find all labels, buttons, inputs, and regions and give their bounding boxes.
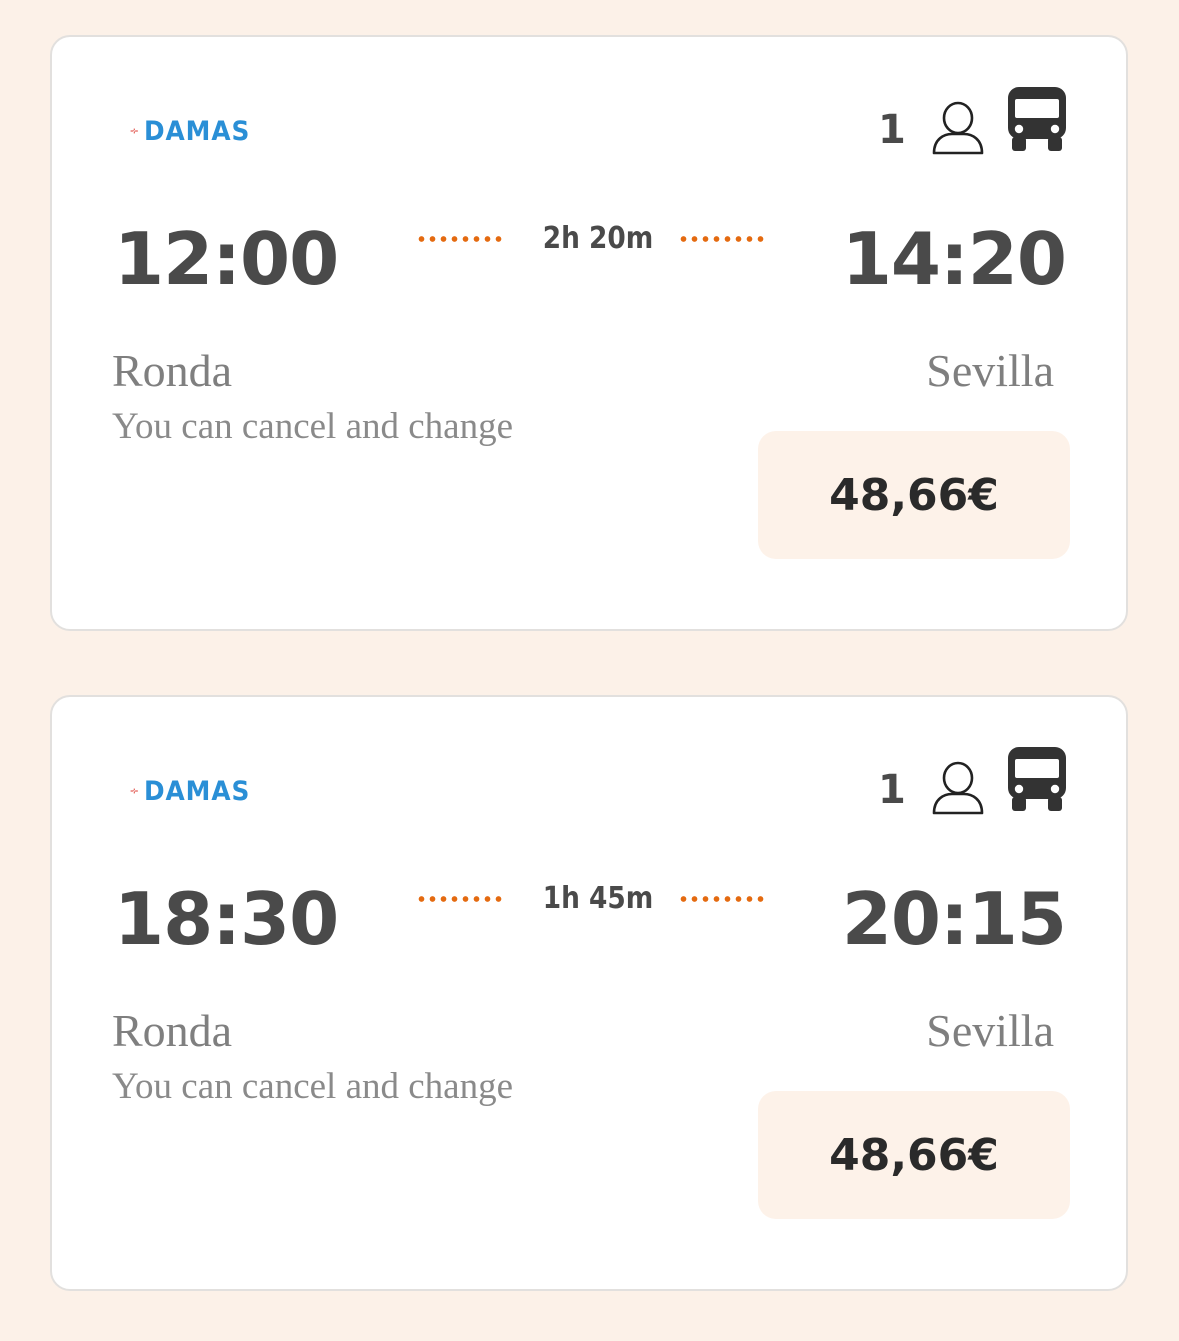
origin-city: Ronda	[112, 1005, 233, 1056]
trip-card[interactable]: DAMAS 1 18:30 1h 45m 20:15 Ronda Sevilla…	[50, 695, 1128, 1291]
price-label: 48,66€	[829, 469, 999, 521]
trip-duration: 2h 20m	[542, 221, 654, 256]
bus-icon	[1008, 87, 1066, 151]
trip-duration: 1h 45m	[542, 881, 654, 916]
operator-name: DAMAS	[144, 115, 251, 147]
bus-icon	[1008, 747, 1066, 811]
passenger-count: 1	[878, 767, 906, 813]
route-dots-right	[678, 896, 766, 902]
operator-logo: DAMAS	[130, 113, 260, 149]
departure-time: 12:00	[114, 217, 339, 301]
trip-card[interactable]: DAMAS 1 12:00 2h 20m 14:20 Ronda Sevilla…	[50, 35, 1128, 631]
route-dots-left	[416, 236, 504, 242]
person-outline-icon	[932, 101, 984, 155]
route-dots-left	[416, 896, 504, 902]
price-label: 48,66€	[829, 1129, 999, 1181]
origin-city: Ronda	[112, 345, 233, 396]
cancellation-note: You can cancel and change	[112, 1066, 514, 1107]
operator-logo-mark-icon	[130, 128, 138, 134]
arrival-time: 14:20	[841, 217, 1067, 301]
operator-logo: DAMAS	[130, 773, 260, 809]
person-outline-icon	[932, 761, 984, 815]
cancellation-note: You can cancel and change	[112, 406, 514, 447]
price-button[interactable]: 48,66€	[758, 1091, 1070, 1219]
passenger-count: 1	[878, 107, 906, 153]
price-button[interactable]: 48,66€	[758, 431, 1070, 559]
arrival-time: 20:15	[841, 877, 1067, 961]
destination-city: Sevilla	[926, 345, 1054, 396]
route-dots-right	[678, 236, 766, 242]
operator-name: DAMAS	[144, 775, 251, 807]
destination-city: Sevilla	[926, 1005, 1054, 1056]
operator-logo-mark-icon	[130, 788, 138, 794]
departure-time: 18:30	[114, 877, 339, 961]
